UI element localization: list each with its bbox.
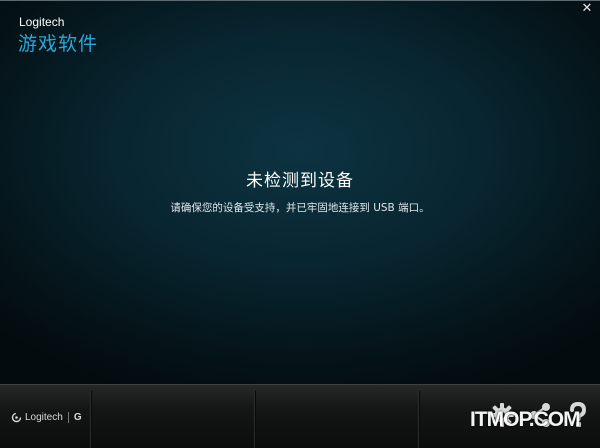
site-watermark: ITMOP.COM bbox=[470, 408, 581, 431]
brand-name: Logitech bbox=[19, 15, 65, 29]
g-logo-mark: G bbox=[67, 411, 82, 423]
bar-divider bbox=[254, 391, 256, 448]
no-device-message: 请确保您的设备受支持，并已牢固地连接到 USB 端口。 bbox=[170, 202, 430, 214]
logitech-swirl-icon bbox=[11, 412, 22, 422]
logo-text: Logitech bbox=[25, 411, 63, 423]
close-button[interactable]: ✕ bbox=[580, 2, 594, 16]
window-border bbox=[0, 0, 600, 1]
bar-divider bbox=[90, 391, 92, 448]
no-device-title: 未检测到设备 bbox=[246, 171, 354, 191]
bar-divider bbox=[418, 391, 420, 448]
logitech-logo: Logitech G bbox=[11, 411, 82, 423]
app-window: ✕ Logitech 游戏软件 未检测到设备 请确保您的设备受支持，并已牢固地连… bbox=[0, 0, 600, 448]
app-title: 游戏软件 bbox=[18, 33, 99, 55]
